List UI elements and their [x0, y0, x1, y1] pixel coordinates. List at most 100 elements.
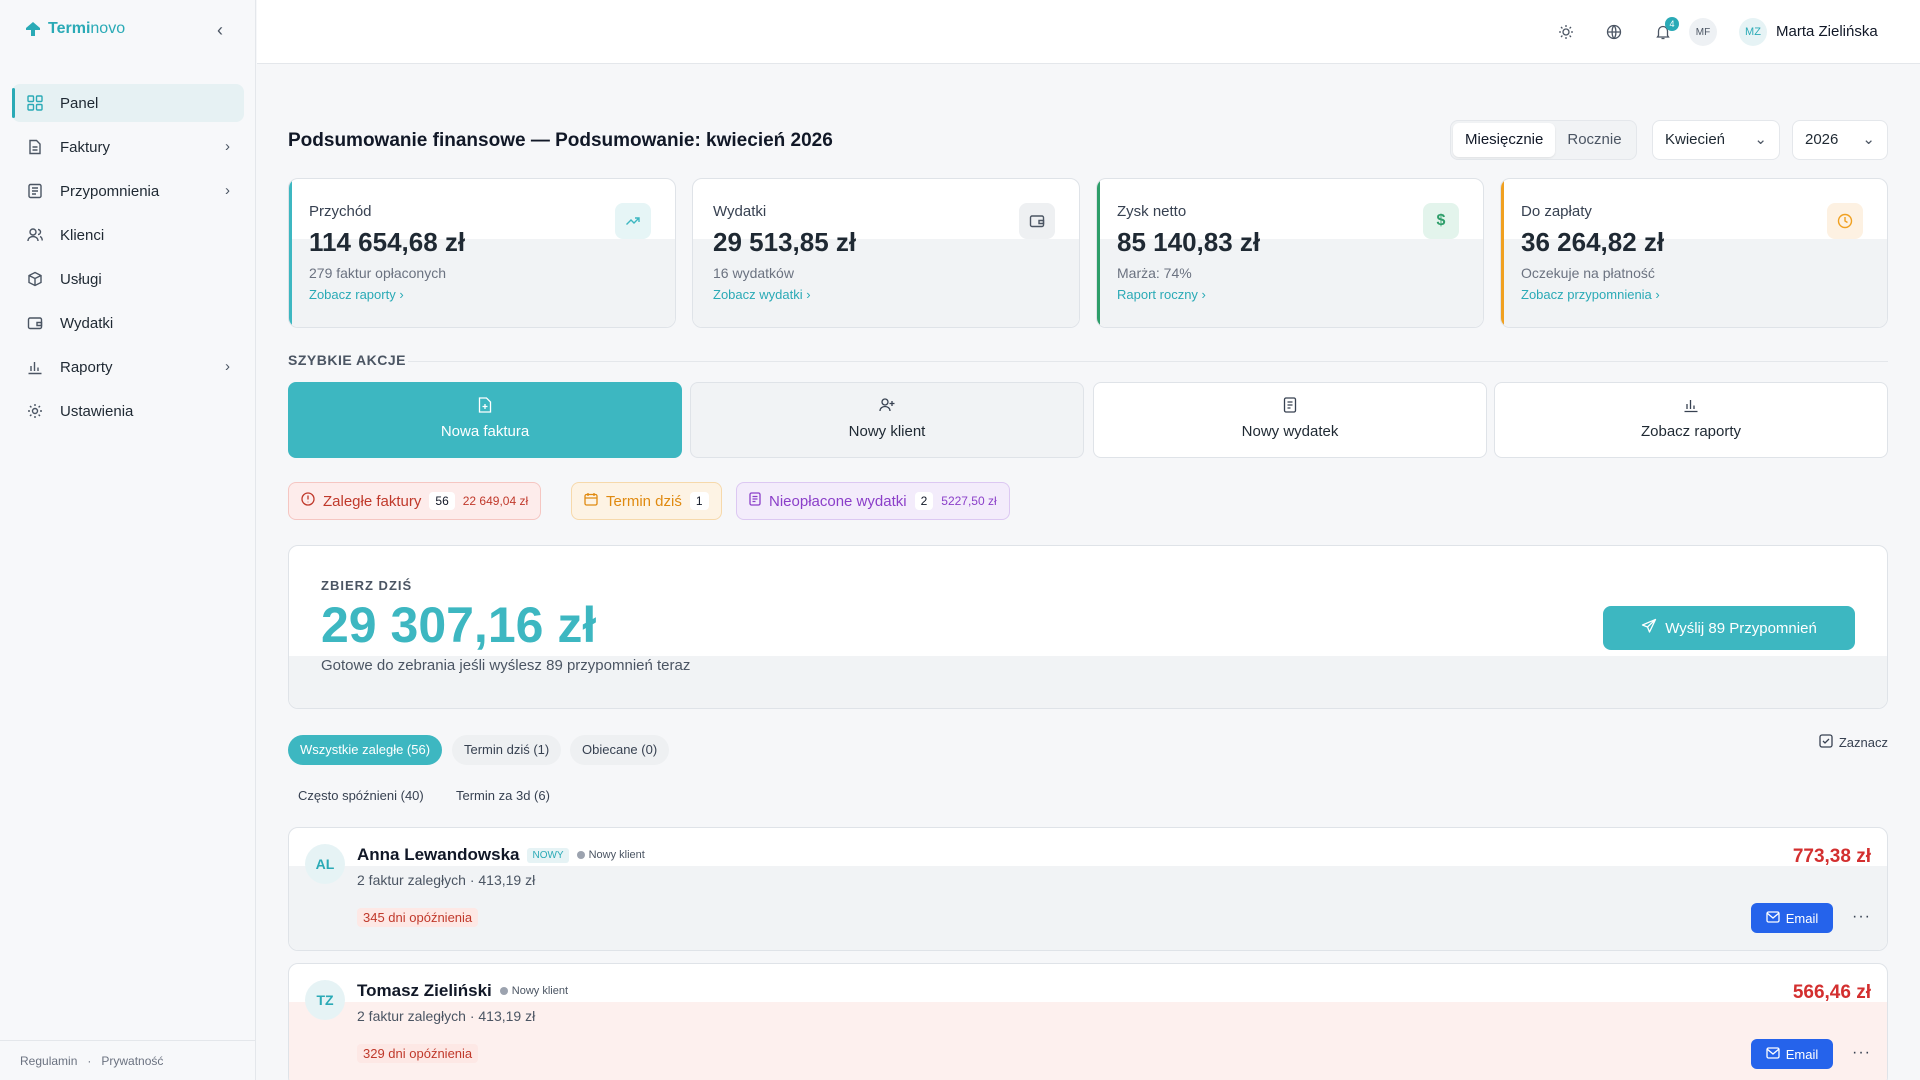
sidebar-item-faktury[interactable]: Faktury ›: [12, 128, 244, 166]
action-label: Nowa faktura: [440, 423, 530, 440]
days-late-badge: 345 dni opóźnienia: [357, 908, 479, 927]
clock-icon: [1827, 203, 1863, 239]
sidebar-nav: Panel Faktury › Przypomnienia › Klienci …: [12, 84, 244, 436]
kpi-link[interactable]: Zobacz wydatki ›: [713, 287, 811, 302]
client-name[interactable]: Anna Lewandowska: [357, 845, 519, 865]
kpi-subtext: 16 wydatków: [713, 265, 794, 281]
calendar-icon: [584, 492, 598, 510]
year-select[interactable]: 2026 ⌄: [1792, 120, 1888, 160]
email-label: Email: [1785, 910, 1819, 926]
kpi-label: Przychód: [309, 203, 372, 220]
theme-toggle-icon[interactable]: [1556, 22, 1576, 42]
wallet-icon: [26, 314, 44, 332]
sidebar-item-ustawienia[interactable]: Ustawienia: [12, 392, 244, 430]
chevron-down-icon: ⌄: [1754, 131, 1767, 148]
overdue-invoices-pill[interactable]: Zaległe faktury 56 22 649,04 zł: [288, 482, 542, 520]
sidebar-item-label: Klienci: [60, 226, 105, 244]
kpi-value: 85 140,83 zł: [1117, 227, 1261, 257]
client-name-line: Anna Lewandowska NOWY Nowy klient: [357, 845, 645, 865]
privacy-link[interactable]: Prywatność: [101, 1054, 163, 1068]
filter-all-overdue[interactable]: Wszystkie zaległe (56): [288, 735, 443, 765]
kpi-card-expenses[interactable]: Wydatki 29 513,85 zł 16 wydatków Zobacz …: [692, 178, 1080, 328]
logo-icon: [26, 22, 40, 36]
kpi-link-label: Raport roczny: [1117, 287, 1198, 302]
kpi-accent-bar: [1097, 179, 1100, 327]
kpi-cards: Przychód 114 654,68 zł 279 faktur opłaco…: [288, 178, 1888, 328]
chevron-right-icon: ›: [225, 138, 230, 155]
select-mode-button[interactable]: Zaznacz: [1819, 734, 1888, 751]
kpi-link[interactable]: Zobacz przypomnienia ›: [1521, 287, 1660, 302]
kpi-label: Zysk netto: [1117, 203, 1187, 220]
divider: [408, 361, 1888, 362]
sidebar-item-raporty[interactable]: Raporty ›: [12, 348, 244, 386]
notification-count-badge: 4: [1665, 17, 1679, 31]
kpi-link-label: Zobacz raporty: [309, 287, 396, 302]
period-yearly-button[interactable]: Rocznie: [1555, 123, 1633, 157]
users-icon: [26, 226, 44, 244]
filter-due-today[interactable]: Termin dziś (1): [452, 735, 562, 765]
filter-often-late[interactable]: Często spóźnieni (40): [286, 781, 436, 811]
brand-logo[interactable]: Termi novo: [24, 20, 125, 38]
period-toggle: Miesięcznie Rocznie: [1450, 120, 1637, 160]
receipt-icon: [749, 492, 761, 510]
kpi-link[interactable]: Raport roczny ›: [1117, 287, 1206, 302]
sidebar-item-label: Panel: [60, 94, 99, 112]
period-monthly-button[interactable]: Miesięcznie: [1453, 123, 1556, 157]
client-name[interactable]: Tomasz Zieliński: [357, 981, 492, 1001]
user-name[interactable]: Marta Zielińska: [1776, 23, 1878, 40]
new-client-button[interactable]: Nowy klient: [690, 382, 1084, 458]
chevron-right-icon: ›: [225, 182, 230, 199]
brand-name-a: Termi: [48, 20, 91, 37]
chevron-down-icon: ⌄: [1862, 131, 1875, 148]
new-invoice-button[interactable]: Nowa faktura: [288, 382, 682, 458]
kpi-card-net-profit[interactable]: Zysk netto 85 140,83 zł Marża: 74% Rapor…: [1096, 178, 1484, 328]
filter-promised[interactable]: Obiecane (0): [570, 735, 670, 765]
org-avatar[interactable]: MF: [1689, 18, 1717, 46]
topbar: 4 MF MZ Marta Zielińska: [257, 0, 1920, 64]
sidebar-item-klienci[interactable]: Klienci: [12, 216, 244, 254]
sidebar-item-panel[interactable]: Panel: [12, 84, 244, 122]
file-plus-icon: [289, 397, 681, 415]
client-row[interactable]: TZ Tomasz Zieliński Nowy klient 2 faktur…: [288, 963, 1888, 1080]
more-icon[interactable]: ···: [1852, 1044, 1871, 1062]
due-today-pill[interactable]: Termin dziś 1: [571, 482, 722, 520]
dollar-icon: $: [1423, 203, 1459, 239]
client-avatar: TZ: [305, 980, 345, 1020]
sidebar-item-uslugi[interactable]: Usługi: [12, 260, 244, 298]
unpaid-expenses-pill[interactable]: Nieopłacone wydatki 2 5227,50 zł: [736, 482, 1010, 520]
kpi-label: Wydatki: [713, 203, 767, 220]
pill-count: 1: [689, 492, 709, 510]
bell-icon[interactable]: 4: [1653, 17, 1679, 42]
send-reminders-button[interactable]: Wyślij 89 Przypomnień: [1603, 606, 1855, 650]
kpi-label: Do zapłaty: [1521, 203, 1592, 220]
send-icon: [1641, 618, 1657, 638]
email-button[interactable]: Email: [1751, 903, 1833, 933]
month-select-value: Kwiecień: [1665, 131, 1726, 148]
filter-due-3d[interactable]: Termin za 3d (6): [444, 781, 562, 811]
kpi-card-revenue[interactable]: Przychód 114 654,68 zł 279 faktur opłaco…: [288, 178, 676, 328]
collapse-sidebar-icon[interactable]: ‹: [210, 20, 230, 40]
kpi-card-to-pay[interactable]: Do zapłaty 36 264,82 zł Oczekuje na płat…: [1500, 178, 1888, 328]
client-row[interactable]: AL Anna Lewandowska NOWY Nowy klient 2 f…: [288, 827, 1888, 951]
chart-icon: [26, 358, 44, 376]
user-avatar[interactable]: MZ: [1739, 18, 1767, 46]
kpi-link-label: Zobacz wydatki: [713, 287, 803, 302]
client-name-line: Tomasz Zieliński Nowy klient: [357, 981, 568, 1001]
more-icon[interactable]: ···: [1852, 908, 1871, 926]
sidebar-item-wydatki[interactable]: Wydatki: [12, 304, 244, 342]
pill-label: Nieopłacone wydatki: [769, 492, 907, 510]
globe-icon[interactable]: [1604, 22, 1624, 42]
sidebar-item-label: Faktury: [60, 138, 111, 156]
sidebar-item-przypomnienia[interactable]: Przypomnienia ›: [12, 172, 244, 210]
email-button[interactable]: Email: [1751, 1039, 1833, 1069]
action-label: Zobacz raporty: [1640, 423, 1742, 440]
client-avatar: AL: [305, 844, 345, 884]
sidebar-item-label: Przypomnienia: [60, 182, 160, 200]
view-reports-button[interactable]: Zobacz raporty: [1494, 382, 1888, 458]
new-expense-button[interactable]: Nowy wydatek: [1093, 382, 1487, 458]
kpi-link[interactable]: Zobacz raporty ›: [309, 287, 404, 302]
terms-link[interactable]: Regulamin: [20, 1054, 77, 1068]
footer-separator: ·: [87, 1053, 92, 1068]
client-amount: 566,46 zł: [1792, 982, 1871, 1003]
month-select[interactable]: Kwiecień ⌄: [1652, 120, 1780, 160]
